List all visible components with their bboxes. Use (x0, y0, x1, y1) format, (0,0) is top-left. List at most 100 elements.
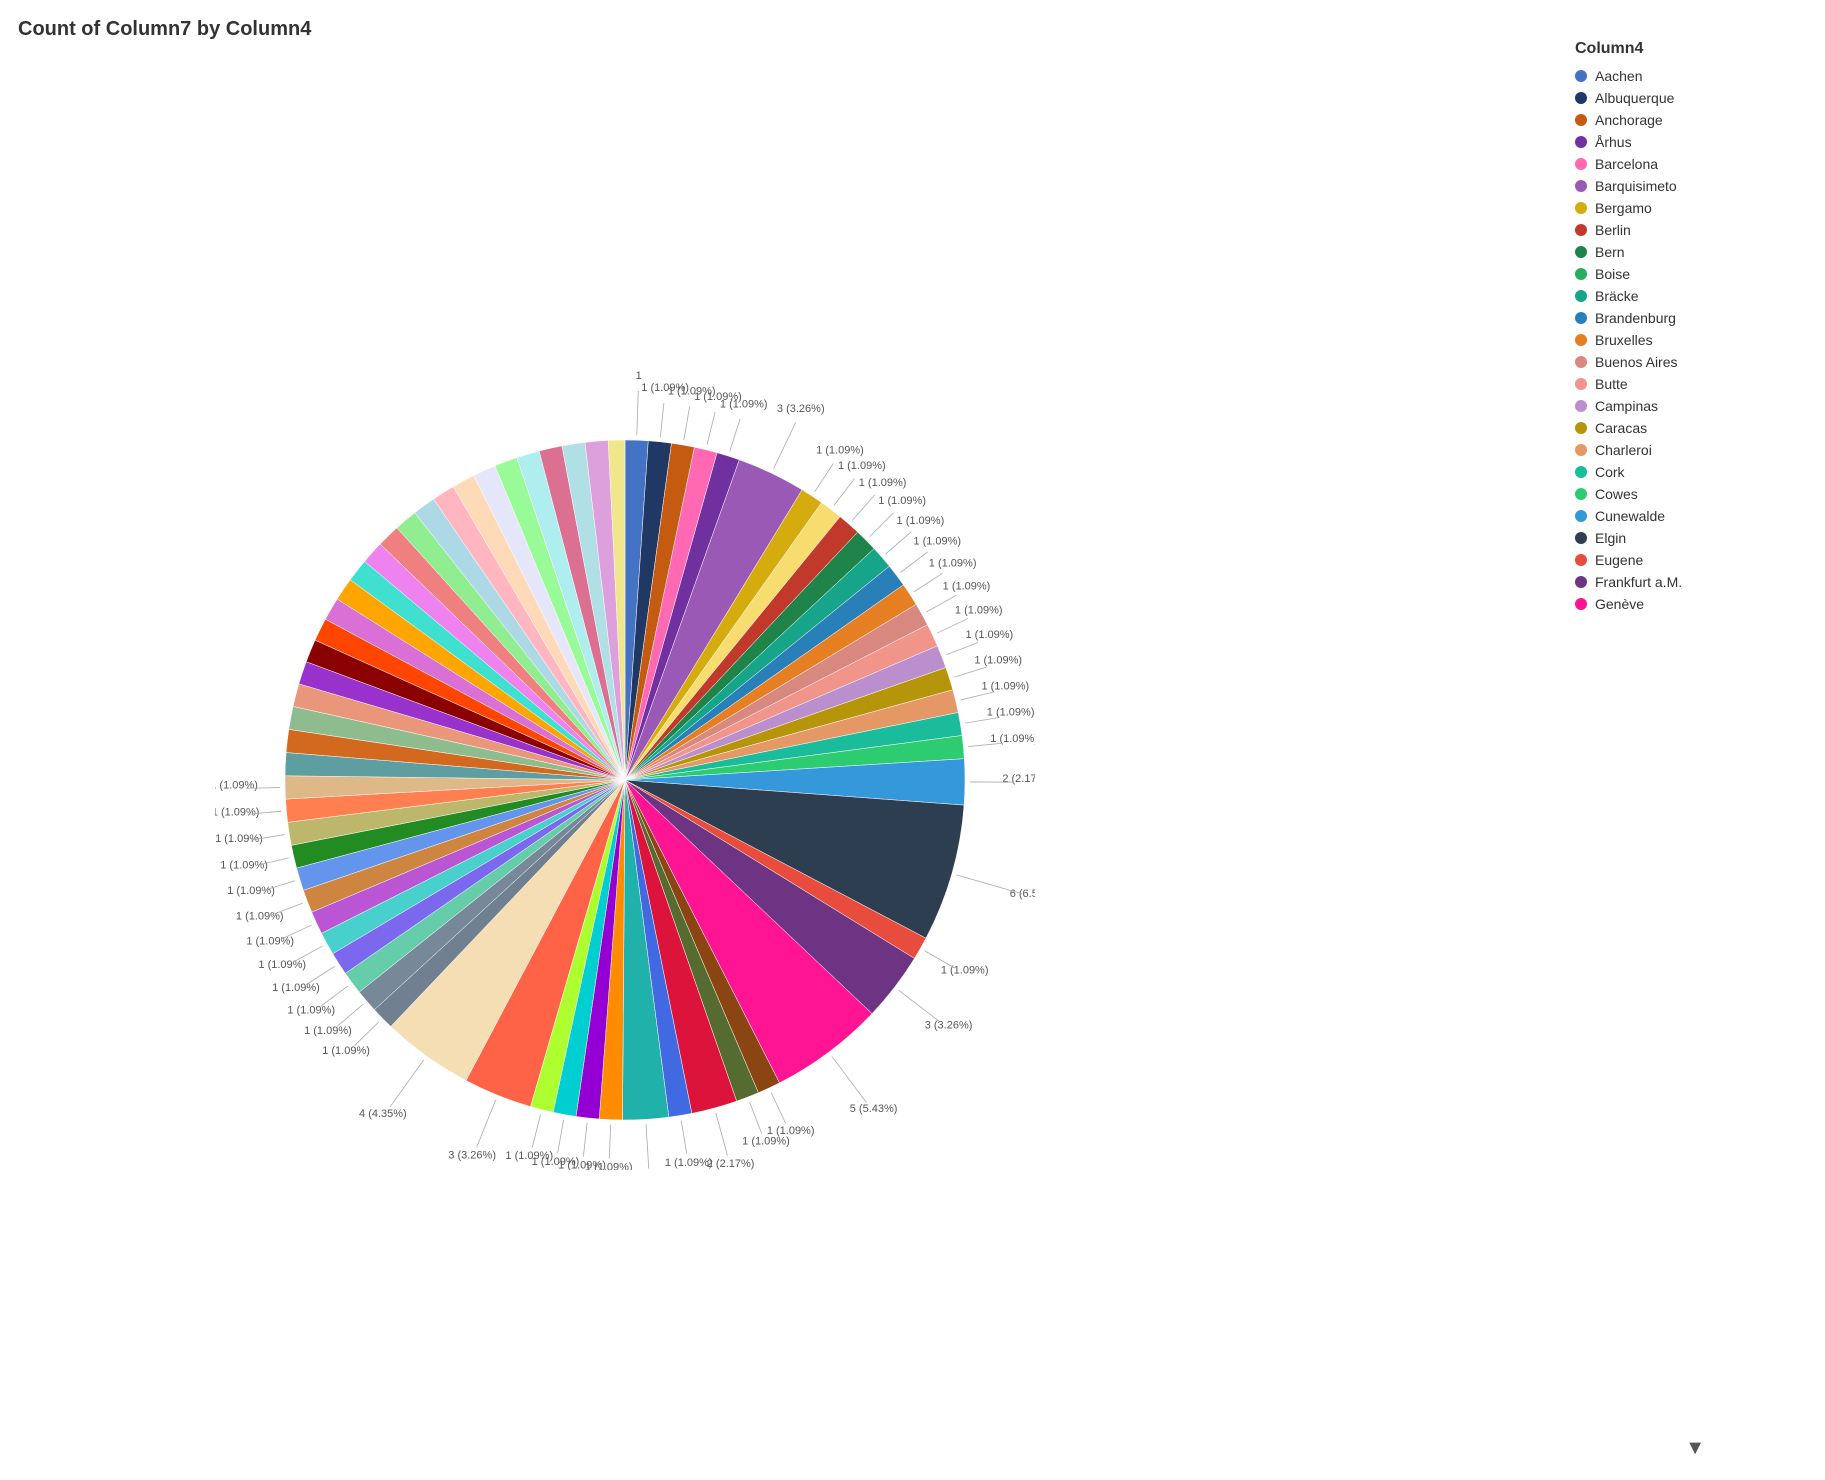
pie-label: 2 (2.17%) (1002, 773, 1035, 785)
pie-label-line (306, 966, 335, 984)
legend-item-label: Frankfurt a.M. (1595, 574, 1682, 590)
pie-label: 3 (3.26%) (925, 1020, 973, 1032)
legend-item-label: Elgin (1595, 530, 1626, 546)
legend-item-label: Cork (1595, 464, 1625, 480)
legend-item: Charleroi (1575, 442, 1815, 458)
legend-item-label: Buenos Aires (1595, 354, 1678, 370)
legend-color-dot (1575, 224, 1587, 236)
legend-color-dot (1575, 598, 1587, 610)
legend-item: Boise (1575, 266, 1815, 282)
pie-label-line (965, 718, 999, 724)
legend-color-dot (1575, 510, 1587, 522)
legend-color-dot (1575, 70, 1587, 82)
pie-label: 5 (5.43%) (850, 1103, 898, 1115)
pie-label-line (321, 986, 348, 1006)
pie-label-line (477, 1100, 496, 1147)
legend-item: Anchorage (1575, 112, 1815, 128)
legend-item: Barcelona (1575, 156, 1815, 172)
legend-item-label: Anchorage (1595, 112, 1663, 128)
pie-label-line (558, 1120, 564, 1153)
pie-label: 1 (1.09%) (987, 707, 1035, 719)
pie-label: 6 (6.52%) (1010, 888, 1035, 900)
legend-color-dot (1575, 576, 1587, 588)
pie-label-line (271, 903, 303, 915)
pie-label: 2 (2.17%) (707, 1158, 755, 1170)
pie-label: 1 (1.09%) (742, 1136, 790, 1148)
pie-label: 1 (1.09%) (941, 965, 989, 977)
pie-label: 1 (1.09%) (258, 959, 306, 971)
pie-label: 3 (3.26%) (777, 403, 825, 415)
legend-item-label: Butte (1595, 376, 1628, 392)
pie-label: 1 (1.09%) (929, 558, 977, 570)
scroll-down-icon[interactable]: ▼ (1685, 1437, 1705, 1460)
legend-color-dot (1575, 114, 1587, 126)
pie-label: 1 (1.09%) (220, 859, 268, 871)
pie-label: 1 (1.09%) (816, 444, 864, 456)
legend-item: Butte (1575, 376, 1815, 392)
pie-label-line (730, 419, 740, 451)
pie-label-line (954, 667, 986, 677)
legend-item: Bräcke (1575, 288, 1815, 304)
legend-item: Elgin (1575, 530, 1815, 546)
legend-color-dot (1575, 136, 1587, 148)
pie-chart: 1 1 (1.09%) 1 (1.09%) 1 (1.09%) 1 (1.09%) 3 (… (215, 350, 1035, 1170)
pie-label: 1 (1.09%) (215, 806, 259, 818)
legend-item: Århus (1575, 134, 1815, 150)
pie-label-line (337, 1004, 363, 1026)
legend-item-label: Bruxelles (1595, 332, 1653, 348)
pie-label: 1 (1.09%) (838, 460, 886, 472)
pie-label: 1 (1.09%) (955, 604, 1003, 616)
pie-label-line (899, 990, 939, 1021)
legend-item: Aachen (1575, 68, 1815, 84)
pie-label-line (957, 875, 1022, 894)
legend-color-dot (1575, 422, 1587, 434)
legend-color-dot (1575, 466, 1587, 478)
pie-label: 1 (1.09%) (943, 581, 991, 593)
legend-item: Albuquerque (1575, 90, 1815, 106)
pie-label: 1 (1.09%) (897, 515, 945, 527)
pie-label-line (660, 403, 663, 437)
pie-label: 1 (1.09%) (287, 1004, 335, 1016)
legend-item-label: Bern (1595, 244, 1625, 260)
pie-label-line (749, 1102, 761, 1134)
pie-label-line (681, 1120, 687, 1154)
pie-label-line (937, 619, 968, 633)
legend-item: Eugene (1575, 552, 1815, 568)
pie-label-line (707, 412, 715, 445)
pie-label-line (901, 552, 928, 572)
legend-item: Berlin (1575, 222, 1815, 238)
legend-item: Bergamo (1575, 200, 1815, 216)
legend-item: Cunewalde (1575, 508, 1815, 524)
legend-color-dot (1575, 400, 1587, 412)
legend-item-label: Barquisimeto (1595, 178, 1677, 194)
legend-color-dot (1575, 268, 1587, 280)
legend-color-dot (1575, 554, 1587, 566)
legend-item: Caracas (1575, 420, 1815, 436)
legend-color-dot (1575, 532, 1587, 544)
pie-label-line (946, 642, 978, 654)
legend-item-label: Cowes (1595, 486, 1638, 502)
chart-title: Count of Column7 by Column4 (18, 18, 311, 41)
pie-label-line (886, 532, 912, 554)
legend-item-label: Barcelona (1595, 156, 1658, 172)
legend-item: Bruxelles (1575, 332, 1815, 348)
pie-label: 1 (1.09%) (913, 536, 961, 548)
chart-area: 1 1 (1.09%) 1 (1.09%) 1 (1.09%) 1 (1.09%) 3 (… (0, 60, 1250, 1460)
legend-color-dot (1575, 334, 1587, 346)
pie-label: 1 (636, 370, 642, 382)
pie-label-line (609, 1125, 610, 1159)
legend-item-label: Aachen (1595, 68, 1642, 84)
legend-item: Frankfurt a.M. (1575, 574, 1815, 590)
legend-item-label: Boise (1595, 266, 1630, 282)
legend-color-dot (1575, 378, 1587, 390)
pie-label-line (583, 1123, 587, 1157)
pie-label-line (925, 951, 955, 968)
legend-item-label: Caracas (1595, 420, 1647, 436)
pie-label-line (716, 1113, 728, 1156)
pie-label-line (834, 478, 855, 505)
legend-item: Campinas (1575, 398, 1815, 414)
pie-label-line (355, 1022, 379, 1046)
legend-items: Aachen Albuquerque Anchorage Århus Barce… (1575, 68, 1815, 612)
legend-color-dot (1575, 202, 1587, 214)
legend-item-label: Århus (1595, 134, 1632, 150)
